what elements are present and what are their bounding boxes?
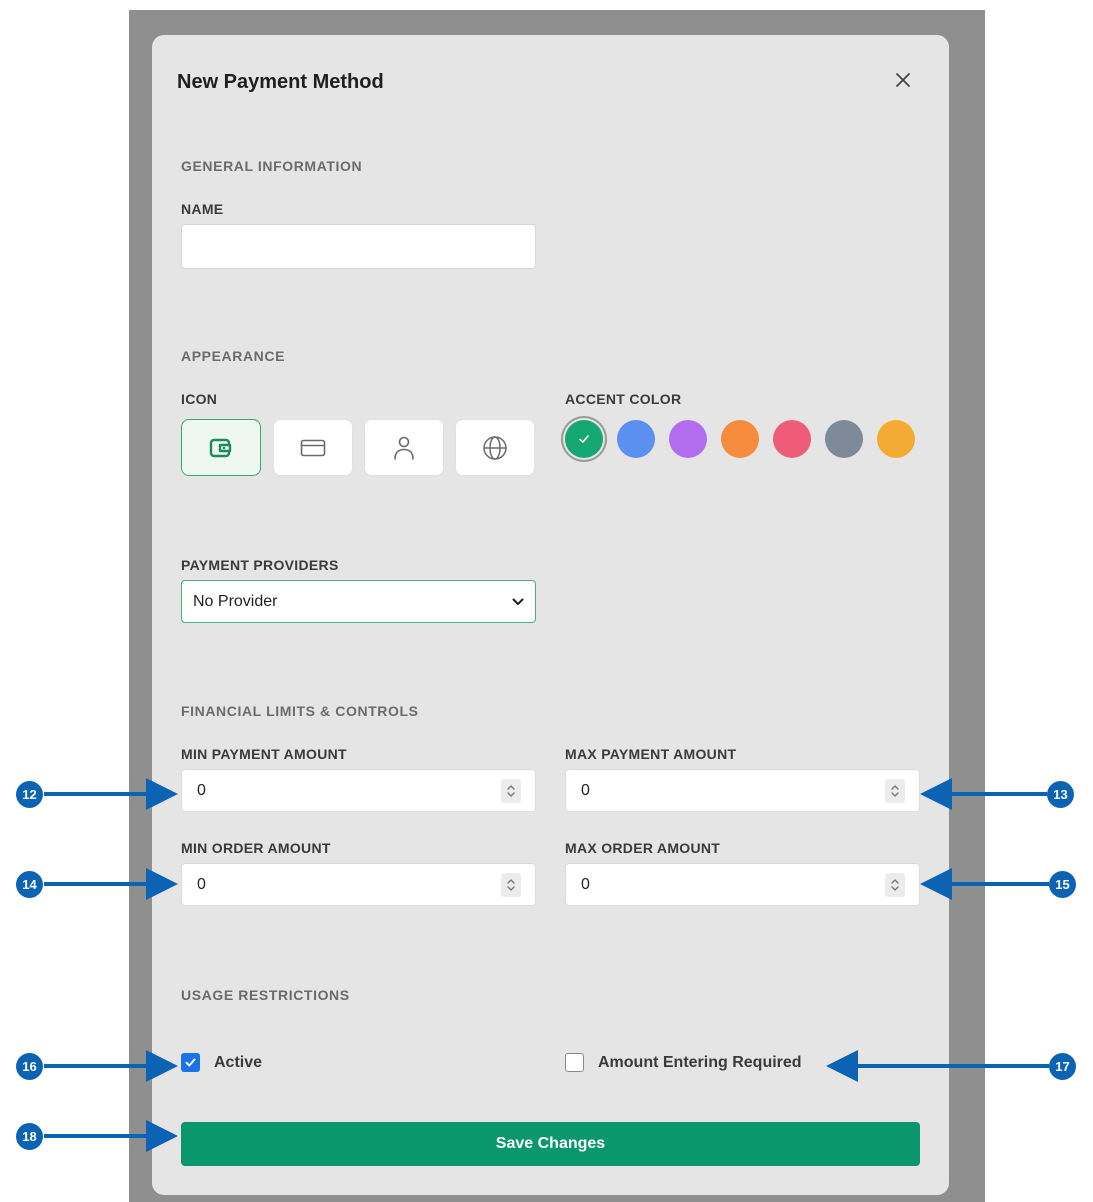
callout-17: 17 <box>1049 1053 1076 1080</box>
callout-13: 13 <box>1047 781 1074 808</box>
annotation-arrows <box>44 778 1049 1152</box>
callout-14: 14 <box>16 871 43 898</box>
callout-12: 12 <box>16 781 43 808</box>
callout-15: 15 <box>1049 871 1076 898</box>
callout-18: 18 <box>16 1123 43 1150</box>
callout-16: 16 <box>16 1053 43 1080</box>
